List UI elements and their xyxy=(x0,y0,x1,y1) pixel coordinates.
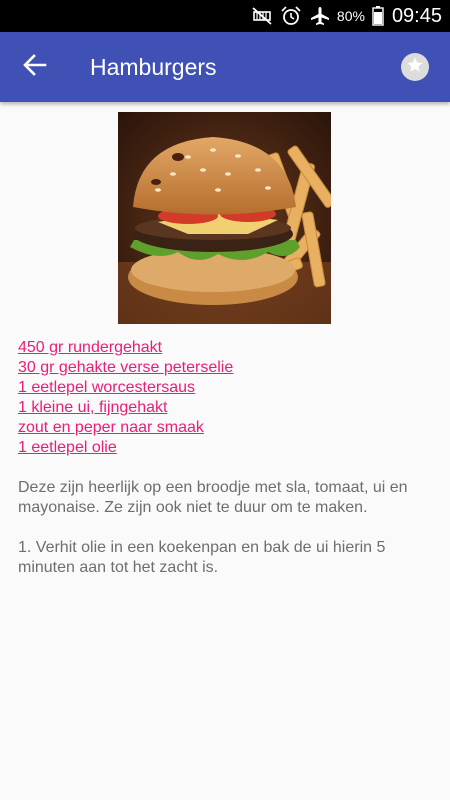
ingredient-item: 1 kleine ui, fijngehakt xyxy=(18,398,438,418)
status-time: 09:45 xyxy=(391,4,442,27)
ingredient-item: 1 eetlepel olie xyxy=(18,438,438,458)
star-icon xyxy=(406,56,424,79)
ingredient-item: zout en peper naar smaak xyxy=(18,418,438,438)
airplane-mode-icon xyxy=(309,6,331,26)
ingredient-link[interactable]: 30 gr gehakte verse peterselie xyxy=(18,359,233,376)
favorite-button[interactable] xyxy=(401,53,429,81)
status-bar: 80% 09:45 xyxy=(0,0,450,32)
recipe-description: Deze zijn heerlijk op een broodje met sl… xyxy=(18,479,408,516)
ingredient-item: 1 eetlepel worcestersaus xyxy=(18,378,438,398)
app-bar: Hamburgers xyxy=(0,32,450,102)
ingredient-link[interactable]: 1 eetlepel worcestersaus xyxy=(18,379,195,396)
ingredient-item: 30 gr gehakte verse peterselie xyxy=(18,358,438,378)
ingredient-list: 450 gr rundergehakt 30 gr gehakte verse … xyxy=(18,338,438,458)
alarm-icon xyxy=(280,6,302,26)
back-button[interactable] xyxy=(20,53,50,81)
battery-icon xyxy=(372,6,384,26)
page-title: Hamburgers xyxy=(90,54,217,80)
battery-percentage: 80% xyxy=(336,8,365,24)
ingredient-link[interactable]: zout en peper naar smaak xyxy=(18,419,204,436)
ingredient-link[interactable]: 1 kleine ui, fijngehakt xyxy=(18,399,167,416)
mute-icon xyxy=(251,7,273,25)
recipe-step: 1. Verhit olie in een koekenpan en bak d… xyxy=(18,539,386,576)
recipe-image xyxy=(118,112,331,324)
ingredient-item: 450 gr rundergehakt xyxy=(18,338,438,358)
back-arrow-icon xyxy=(23,53,47,81)
ingredient-link[interactable]: 450 gr rundergehakt xyxy=(18,339,162,356)
ingredient-link[interactable]: 1 eetlepel olie xyxy=(18,439,117,456)
